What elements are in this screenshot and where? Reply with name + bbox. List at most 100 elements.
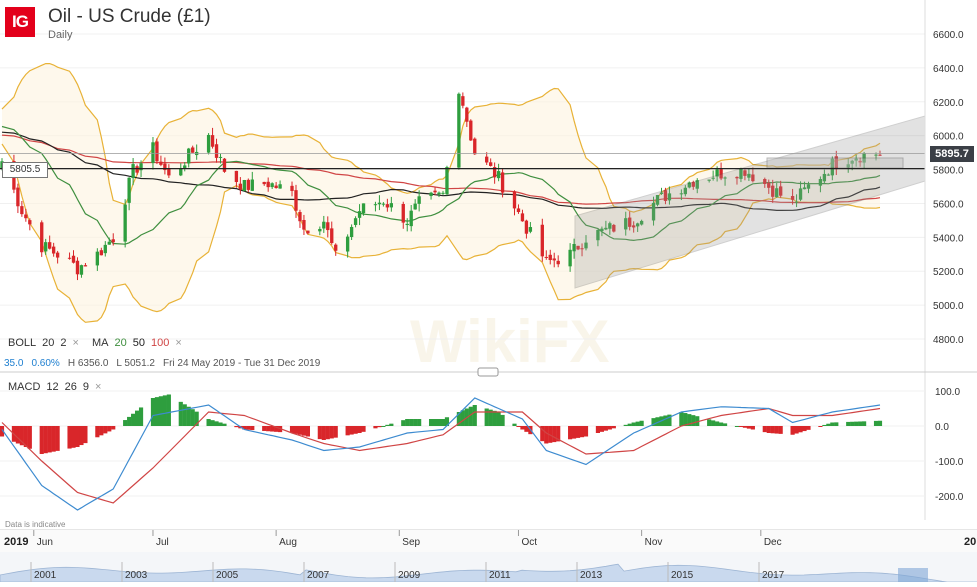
- navigator-year-label: 2013: [580, 570, 603, 581]
- candle-body: [528, 227, 533, 232]
- macd-histogram-bar: [440, 419, 446, 426]
- time-tick-label: Oct: [521, 537, 537, 548]
- navigator-year-label: 2001: [34, 570, 57, 581]
- candle-body: [167, 168, 171, 176]
- macd-histogram-bar: [734, 426, 740, 427]
- candle-body: [262, 181, 266, 185]
- stat-high: H 6356.0: [67, 358, 109, 369]
- macd-histogram-bar: [484, 408, 489, 426]
- year-label: 2019: [4, 536, 28, 548]
- macd-histogram-bar: [516, 426, 521, 427]
- boll-close-icon[interactable]: ×: [73, 337, 79, 349]
- candle-body: [516, 208, 521, 213]
- candle-body: [238, 183, 243, 190]
- macd-histogram-bar: [428, 419, 434, 426]
- macd-tick-label: -100.0: [935, 457, 964, 468]
- candle-body: [556, 260, 560, 265]
- macd-histogram-bar: [774, 426, 779, 434]
- ma-50: 50: [132, 337, 146, 349]
- macd-histogram-bar: [715, 421, 720, 426]
- candle-body: [222, 158, 227, 172]
- stat-range: Fri 24 May 2019 - Tue 31 Dec 2019: [162, 358, 321, 369]
- macd-close-icon[interactable]: ×: [95, 381, 101, 393]
- navigator-year-label: 2015: [671, 570, 694, 581]
- navigator[interactable]: 2001 2003 2005 2007 2009 2011 2013 2015 2017: [0, 552, 977, 586]
- macd-histogram-bar: [15, 426, 20, 444]
- candle-body: [270, 183, 274, 188]
- macd-histogram-bar: [568, 426, 573, 440]
- candle-body: [67, 257, 72, 259]
- macd-histogram-bar: [572, 426, 577, 439]
- macd-histogram-bar: [579, 426, 585, 438]
- macd-histogram-bar: [389, 423, 394, 426]
- candle-body: [55, 252, 60, 258]
- macd-histogram-bar: [436, 419, 442, 426]
- stat-change-pct: 0.60%: [31, 358, 60, 369]
- candle-body: [214, 144, 219, 158]
- navigator-year-label: 2009: [398, 570, 421, 581]
- price-tick-label: 5600.0: [933, 199, 964, 210]
- candle-body: [294, 190, 298, 211]
- macd-histogram-bar: [778, 426, 783, 434]
- candle-body: [345, 236, 350, 252]
- time-tick-label: Dec: [764, 537, 782, 548]
- macd-histogram-bar: [742, 426, 748, 428]
- candle-body: [135, 166, 139, 173]
- macd-histogram-bar: [250, 426, 255, 431]
- price-tick-label: 4800.0: [933, 335, 964, 346]
- macd-histogram-bar: [234, 426, 239, 428]
- chart-stage: WikiFX 6600.0 6400.0 6200.0 6000.0 5800.0 560…: [0, 0, 977, 586]
- macd-histogram-bar: [417, 419, 422, 426]
- macd-histogram-bar: [305, 426, 310, 437]
- macd-histogram-bar: [401, 420, 406, 426]
- macd-histogram-bar: [806, 426, 811, 430]
- candle-body: [302, 219, 306, 230]
- macd-histogram-bar: [770, 426, 775, 434]
- macd-histogram-bar: [639, 420, 644, 426]
- macd-histogram-bar: [134, 410, 140, 426]
- macd-histogram-bar: [794, 426, 799, 434]
- price-tick-label: 5200.0: [933, 267, 964, 278]
- boll-label[interactable]: BOLL: [8, 337, 36, 349]
- macd-histogram-bar: [766, 426, 771, 433]
- macd-histogram-bar: [123, 420, 128, 426]
- macd-histogram-bar: [293, 426, 299, 434]
- macd-label[interactable]: MACD: [8, 381, 40, 393]
- candle-body: [159, 161, 163, 165]
- time-tick-label: Jun: [37, 537, 53, 548]
- candle-body: [433, 190, 437, 193]
- candle-body: [429, 192, 433, 197]
- candle-body: [334, 244, 338, 251]
- candle-body: [83, 265, 88, 267]
- macd-histogram-bar: [47, 426, 52, 453]
- watermark-text: WikiFX: [410, 308, 609, 375]
- macd-histogram-bar: [329, 426, 334, 439]
- candle-body: [99, 250, 103, 256]
- candle-body: [457, 93, 461, 168]
- candle-body: [298, 212, 302, 222]
- time-tick-label: Aug: [279, 537, 297, 548]
- macd-histogram-bar: [826, 423, 831, 426]
- price-tick-label: 5800.0: [933, 166, 964, 177]
- ma-close-icon[interactable]: ×: [175, 337, 181, 349]
- candle-body: [417, 196, 421, 204]
- macd-histogram-bar: [127, 416, 132, 426]
- macd-histogram-bar: [79, 426, 84, 446]
- candle-body: [488, 162, 493, 166]
- macd-histogram-bar: [834, 422, 839, 426]
- macd-histogram-bar: [750, 426, 755, 430]
- macd-histogram-bar: [214, 421, 219, 426]
- candle-body: [461, 96, 465, 106]
- ma-label[interactable]: MA: [92, 337, 109, 349]
- macd-histogram-bar: [301, 426, 307, 436]
- macd-histogram-bar: [345, 426, 350, 436]
- macd-indicator-row: MACD 12 26 9 ×: [8, 381, 107, 393]
- navigator-year-label: 2011: [489, 570, 511, 581]
- candle-body: [465, 107, 469, 122]
- macd-histogram-bar: [818, 426, 823, 427]
- candle-body: [544, 256, 548, 258]
- last-price-tag: 5895.7: [930, 146, 974, 162]
- macd-axis: 100.0 0.0 -100.0 -200.0: [935, 387, 964, 503]
- candle-body: [409, 210, 413, 227]
- data-indicative-note: Data is indicative: [5, 520, 66, 529]
